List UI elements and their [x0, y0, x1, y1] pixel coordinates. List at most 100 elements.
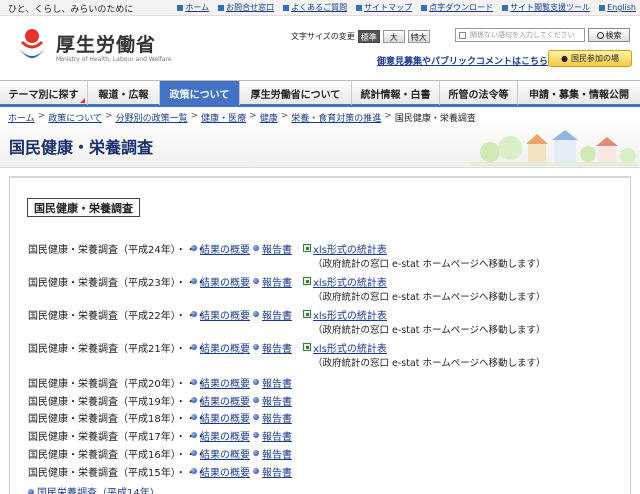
- nav-applications-label: 申請・募集・情報公開: [529, 89, 629, 101]
- xls-table-link[interactable]: xls形式の統計表: [303, 241, 387, 256]
- xls-table-link[interactable]: xls形式の統計表: [303, 307, 387, 322]
- accessibility-icon: [502, 4, 509, 11]
- bullet-icon: [253, 450, 259, 456]
- bullet-icon: [191, 432, 197, 438]
- summary-link-label: 結果の概要: [200, 396, 250, 408]
- braille-download-label: 点字ダウンロード: [429, 3, 494, 12]
- braille-download-link[interactable]: 点字ダウンロード: [421, 2, 493, 13]
- font-size-xlarge-button[interactable]: 特大: [407, 30, 430, 43]
- report-link[interactable]: 報告書: [253, 464, 303, 479]
- xls-table-link[interactable]: xls形式の統計表: [303, 274, 387, 289]
- nav-laws-label: 所管の法令等: [448, 89, 509, 101]
- logo-mark-icon: [18, 29, 46, 58]
- bullet-icon: [191, 414, 197, 420]
- search-input[interactable]: 関係ない語句を入力してください: [455, 28, 585, 42]
- nav-laws[interactable]: 所管の法令等: [440, 81, 518, 105]
- survey-row: 国民健康・栄養調査（平成22年）・・・ 結果の概要 報告書 xls形式の統計表: [28, 306, 387, 322]
- contact-link[interactable]: お問合せ窓口: [218, 2, 274, 13]
- nav-policy[interactable]: 政策について: [160, 81, 240, 105]
- summary-link-label: 結果の概要: [200, 378, 250, 390]
- download-icon: [421, 4, 428, 11]
- nav-applications[interactable]: 申請・募集・情報公開: [518, 81, 640, 105]
- font-size-standard-button[interactable]: 標準: [357, 30, 380, 43]
- nav-statistics[interactable]: 統計情報・白書: [352, 81, 440, 105]
- survey-row-label: 国民健康・栄養調査（平成23年）・・・: [28, 277, 206, 289]
- summary-link[interactable]: 結果の概要: [191, 393, 253, 408]
- report-link[interactable]: 報告書: [253, 446, 303, 461]
- report-link[interactable]: 報告書: [253, 393, 303, 408]
- external-link-icon: [303, 343, 311, 351]
- bullet-icon: [28, 488, 34, 494]
- summary-link[interactable]: 結果の概要: [191, 375, 253, 390]
- report-link[interactable]: 報告書: [253, 274, 303, 289]
- accessibility-tool-label: サイト閲覧支援ツール: [510, 3, 591, 12]
- home-link-label: ホーム: [185, 3, 210, 12]
- report-link[interactable]: 報告書: [253, 307, 303, 322]
- survey-row-label: 国民健康・栄養調査（平成15年）・・・: [28, 467, 206, 479]
- summary-link-label: 結果の概要: [200, 310, 250, 322]
- sitemap-icon: [356, 4, 363, 11]
- nav-statistics-label: 統計情報・白書: [360, 89, 431, 101]
- survey-row: 国民健康・栄養調査（平成17年）・・・ 結果の概要 報告書: [28, 427, 303, 443]
- report-link-label: 報告書: [262, 431, 292, 443]
- nav-press[interactable]: 報道・広報: [88, 81, 160, 105]
- search-option-checkbox[interactable]: [459, 32, 466, 39]
- nav-theme[interactable]: テーマ別に探す: [0, 81, 88, 105]
- bullet-icon: [191, 344, 197, 350]
- survey-row: 国民健康・栄養調査（平成19年）・・・ 結果の概要 報告書: [28, 392, 303, 408]
- font-size-label: 文字サイズの変更: [291, 32, 355, 41]
- sitemap-link[interactable]: サイトマップ: [356, 2, 412, 13]
- page-title: 国民健康・栄養調査: [9, 138, 154, 157]
- town-illustration-icon: [470, 130, 638, 166]
- xls-table-link[interactable]: xls形式の統計表: [303, 340, 387, 355]
- faq-link[interactable]: よくあるご質問: [283, 2, 347, 13]
- summary-link-label: 結果の概要: [200, 343, 250, 355]
- citizen-participation-button[interactable]: ● 国民参加の場: [548, 50, 632, 67]
- report-link-label: 報告書: [262, 343, 292, 355]
- nav-about-label: 厚生労働省について: [250, 89, 341, 101]
- utility-links: ホーム お問合せ窓口 よくあるご質問 サイトマップ 点字ダウンロード サイト閲覧…: [177, 2, 636, 13]
- survey-row-label: 国民健康・栄養調査（平成20年）・・・: [28, 378, 206, 390]
- font-size-switcher: 文字サイズの変更 標準 大 特大: [291, 30, 430, 43]
- contact-link-label: お問合せ窓口: [226, 3, 275, 12]
- xls-table-link-label: xls形式の統計表: [313, 277, 387, 289]
- globe-icon: [599, 4, 606, 11]
- site-logo[interactable]: 厚生労働省 Ministry of Health, Labour and Wel…: [14, 26, 174, 70]
- bullet-icon: [191, 245, 197, 251]
- report-link[interactable]: 報告書: [253, 428, 303, 443]
- report-link[interactable]: 報告書: [253, 241, 303, 256]
- summary-link[interactable]: 結果の概要: [191, 410, 253, 425]
- survey-row-label: 国民健康・栄養調査（平成22年）・・・: [28, 310, 206, 322]
- public-comment-link[interactable]: 御意見募集やパブリックコメントはこちら: [377, 54, 548, 67]
- summary-link-label: 結果の概要: [200, 413, 250, 425]
- nav-about[interactable]: 厚生労働省について: [240, 81, 352, 105]
- summary-link-label: 結果の概要: [200, 277, 250, 289]
- font-size-large-button[interactable]: 大: [382, 30, 405, 43]
- summary-link[interactable]: 結果の概要: [191, 428, 253, 443]
- bullet-icon: [253, 344, 259, 350]
- report-link[interactable]: 報告書: [253, 375, 303, 390]
- home-link[interactable]: ホーム: [177, 2, 209, 13]
- english-link-label: English: [607, 3, 636, 12]
- summary-link[interactable]: 結果の概要: [191, 446, 253, 461]
- english-link[interactable]: English: [599, 2, 636, 13]
- nav-press-label: 報道・広報: [98, 89, 149, 101]
- summary-link[interactable]: 結果の概要: [191, 340, 253, 355]
- national-nutrition-survey-h14-link[interactable]: 国民栄養調査（平成14年）: [37, 484, 160, 494]
- accessibility-tool-link[interactable]: サイト閲覧支援ツール: [502, 2, 590, 13]
- summary-link[interactable]: 結果の概要: [191, 241, 253, 256]
- summary-link[interactable]: 結果の概要: [191, 307, 253, 322]
- top-strip: ひと、くらし、みらいのために ホーム お問合せ窓口 よくあるご質問 サイトマップ…: [0, 0, 640, 16]
- report-link[interactable]: 報告書: [253, 340, 303, 355]
- bullet-icon: [191, 379, 197, 385]
- external-link-icon: [303, 277, 311, 285]
- survey-row: 国民健康・栄養調査（平成24年）・・・ 結果の概要 報告書 xls形式の統計表: [28, 240, 387, 256]
- search-button[interactable]: 検索: [588, 28, 630, 42]
- survey-row-label: 国民健康・栄養調査（平成21年）・・・: [28, 343, 206, 355]
- report-link[interactable]: 報告書: [253, 410, 303, 425]
- summary-link[interactable]: 結果の概要: [191, 464, 253, 479]
- report-link-label: 報告書: [262, 277, 292, 289]
- survey-row: 国民健康・栄養調査（平成16年）・・・ 結果の概要 報告書: [28, 445, 303, 461]
- bullet-icon: [253, 245, 259, 251]
- summary-link[interactable]: 結果の概要: [191, 274, 253, 289]
